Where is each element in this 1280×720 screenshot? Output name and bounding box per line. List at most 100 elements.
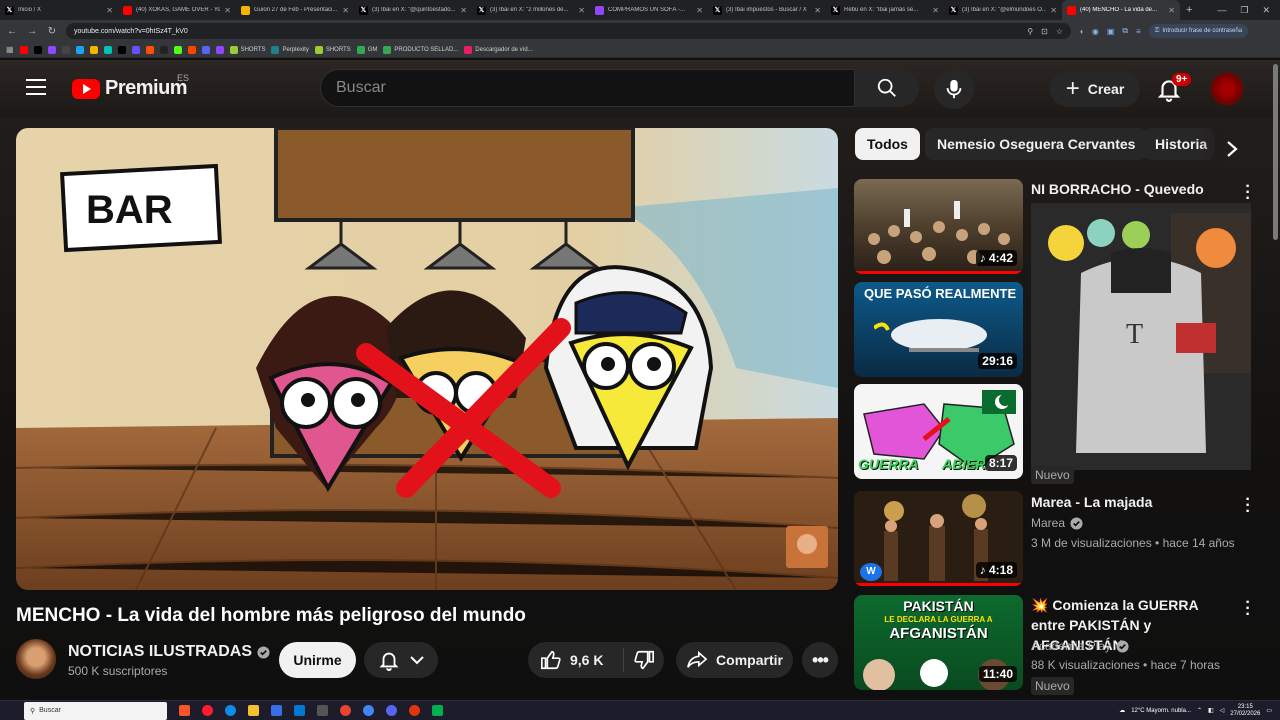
- close-tab-icon[interactable]: ✕: [1168, 6, 1175, 15]
- bookmark-item[interactable]: [201, 45, 210, 54]
- related-thumbnail[interactable]: ♪ 4:42: [854, 179, 1023, 274]
- weather-text[interactable]: 12°C Mayorm. nubla...: [1131, 708, 1191, 714]
- close-tab-icon[interactable]: ✕: [696, 6, 703, 15]
- close-window-icon[interactable]: ✕: [1262, 5, 1270, 16]
- close-tab-icon[interactable]: ✕: [814, 6, 821, 15]
- more-vert-icon[interactable]: · · ·: [1242, 595, 1254, 623]
- browser-tab[interactable]: 𝕏 (3) Ibai en X: "@quintoestado... ✕: [354, 0, 472, 20]
- browser-tab[interactable]: COMPRAMOS UN SOFÁ -... ✕: [590, 0, 708, 20]
- bookmark-item[interactable]: SHORTS: [229, 45, 265, 54]
- opera-icon[interactable]: [202, 705, 213, 716]
- more-vert-icon[interactable]: · · ·: [1242, 492, 1254, 520]
- bookmark-item[interactable]: SHORTS: [314, 45, 351, 54]
- browser-tab[interactable]: 𝕏 (3) Ibai impuestos - Buscar / X ✕: [708, 0, 826, 20]
- store-icon[interactable]: [271, 705, 282, 716]
- bookmark-item[interactable]: [159, 45, 168, 54]
- menu-icon[interactable]: [26, 79, 46, 95]
- browser-tab[interactable]: (40) XOKAS, GAME OVER - Yo... ✕: [118, 0, 236, 20]
- clock[interactable]: 23:15 27/02/2026: [1230, 704, 1260, 718]
- browser-tab[interactable]: 𝕏 (3) Ibai en X: "2 millones de... ✕: [472, 0, 590, 20]
- password-prompt[interactable]: ⚿ Introducir frase de contraseña: [1148, 24, 1249, 38]
- tray-chevron-icon[interactable]: ⌃: [1197, 707, 1202, 714]
- close-tab-icon[interactable]: ✕: [578, 6, 585, 15]
- create-button[interactable]: + Crear: [1050, 71, 1140, 107]
- more-vert-icon[interactable]: · · ·: [1242, 179, 1254, 207]
- voice-search-button[interactable]: [934, 69, 974, 109]
- bookmark-item[interactable]: [103, 45, 112, 54]
- browser-tab[interactable]: Guion 27 de Feb - Presentaci... ✕: [236, 0, 354, 20]
- related-thumbnail[interactable]: PAKISTÁN LE DECLARA LA GUERRA A AFGANIST…: [854, 595, 1023, 690]
- mail-icon[interactable]: [294, 705, 305, 716]
- page-scrollbar[interactable]: [1273, 64, 1278, 240]
- related-channel[interactable]: Academia Play: [1031, 639, 1129, 653]
- extension-icon[interactable]: ◖: [1079, 27, 1084, 36]
- video-player[interactable]: BAR: [16, 128, 838, 590]
- browser-tab[interactable]: 𝕏 Rebu en X: "Ibai jamás se... ✕: [826, 0, 944, 20]
- apps-grid-icon[interactable]: ▦: [6, 45, 14, 54]
- chrome-icon[interactable]: [340, 705, 351, 716]
- channel-avatar[interactable]: [16, 639, 56, 679]
- close-tab-icon[interactable]: ✕: [106, 6, 113, 15]
- bookmark-item[interactable]: [47, 45, 56, 54]
- close-tab-icon[interactable]: ✕: [460, 6, 467, 15]
- new-tab-icon[interactable]: +: [1180, 4, 1198, 16]
- channel-name[interactable]: NOTICIAS ILUSTRADAS: [68, 643, 270, 661]
- extension-icon[interactable]: ◉: [1092, 27, 1099, 36]
- bookmark-item[interactable]: [215, 45, 224, 54]
- bookmark-item[interactable]: Descargador de víd...: [464, 45, 533, 54]
- app-icon[interactable]: [317, 705, 328, 716]
- share-button[interactable]: Compartir: [676, 642, 793, 678]
- close-tab-icon[interactable]: ✕: [342, 6, 349, 15]
- more-actions-button[interactable]: •••: [802, 642, 838, 678]
- search-button[interactable]: [855, 69, 919, 107]
- browser-tab[interactable]: 𝕏 Inicio / X ✕: [0, 0, 118, 20]
- related-channel[interactable]: Marea: [1031, 516, 1083, 530]
- chrome-profile-icon[interactable]: [363, 705, 374, 716]
- notification-center-icon[interactable]: ▭: [1266, 707, 1272, 714]
- cast-icon[interactable]: ⊡: [1041, 27, 1048, 36]
- bookmark-item[interactable]: [61, 45, 70, 54]
- network-icon[interactable]: ◧: [1208, 707, 1214, 714]
- bookmark-star-icon[interactable]: ☆: [1056, 27, 1063, 36]
- tab-search-icon[interactable]: ≡: [1136, 27, 1141, 36]
- dislike-button[interactable]: [624, 649, 664, 671]
- brave-icon[interactable]: [179, 705, 190, 716]
- join-button[interactable]: Unirme: [279, 642, 356, 678]
- minimize-icon[interactable]: —: [1217, 5, 1226, 16]
- discord-icon[interactable]: [386, 705, 397, 716]
- subscription-notifications-button[interactable]: [364, 642, 438, 678]
- bookmark-item[interactable]: [89, 45, 98, 54]
- user-avatar[interactable]: [1211, 73, 1243, 105]
- back-icon[interactable]: ←: [6, 26, 18, 37]
- reload-icon[interactable]: ↻: [46, 26, 58, 37]
- browser-tab[interactable]: (40) MENCHO - La vida de... ✕: [1062, 0, 1180, 20]
- chip-nemesio[interactable]: Nemesio Oseguera Cervantes: [925, 128, 1148, 160]
- related-title[interactable]: Marea - La majada: [1031, 492, 1231, 512]
- taskbar-search-input[interactable]: ⚲ Buscar: [24, 701, 167, 720]
- bookmark-item[interactable]: GM: [356, 45, 377, 54]
- bookmark-item[interactable]: [75, 45, 84, 54]
- youtube-premium-logo[interactable]: Premium ES: [72, 73, 189, 100]
- bookmark-item[interactable]: [19, 45, 28, 54]
- related-thumbnail[interactable]: QUE PASÓ REALMENTE 29:16: [854, 282, 1023, 377]
- pokeball-icon[interactable]: [409, 705, 420, 716]
- search-input[interactable]: Buscar: [320, 69, 855, 107]
- zoom-icon[interactable]: ⚲: [1027, 27, 1033, 36]
- bookmark-item[interactable]: PRODUCTO SELLAD...: [383, 45, 458, 54]
- related-thumbnail[interactable]: W ♪ 4:18: [854, 491, 1023, 586]
- bookmark-item[interactable]: [173, 45, 182, 54]
- extensions-puzzle-icon[interactable]: ⧉: [1122, 26, 1128, 36]
- close-tab-icon[interactable]: ✕: [224, 6, 231, 15]
- bookmark-item[interactable]: [187, 45, 196, 54]
- bookmark-item[interactable]: [145, 45, 154, 54]
- forward-icon[interactable]: →: [26, 26, 38, 37]
- maximize-icon[interactable]: ❐: [1240, 5, 1248, 16]
- mix-preview-image[interactable]: T: [1031, 203, 1251, 470]
- chevron-right-icon[interactable]: [1224, 140, 1240, 158]
- close-tab-icon[interactable]: ✕: [1050, 6, 1057, 15]
- url-bar[interactable]: youtube.com/watch?v=0htSz4T_kV0 ⚲ ⊡ ☆: [66, 23, 1071, 39]
- edge-icon[interactable]: [225, 705, 236, 716]
- mix-title[interactable]: NI BORRACHO - Quevedo: [1031, 179, 1231, 199]
- bookmark-item[interactable]: [117, 45, 126, 54]
- related-thumbnail[interactable]: GUERRA ABIER 8:17: [854, 384, 1023, 479]
